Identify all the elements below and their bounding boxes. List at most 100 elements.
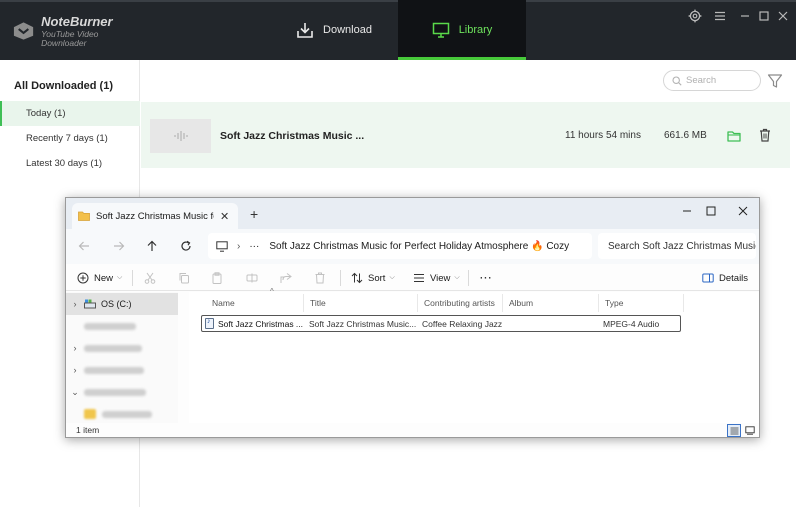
tab-download[interactable]: Download (270, 0, 398, 60)
track-row[interactable]: Soft Jazz Christmas Music ... 11 hours 5… (141, 102, 790, 168)
monitor-icon (216, 240, 228, 252)
share-icon (280, 273, 292, 283)
open-folder-button[interactable] (727, 129, 741, 142)
chevron-right-icon[interactable]: › (66, 343, 84, 353)
column-header-label: Type (605, 298, 624, 308)
explorer-search[interactable] (598, 233, 756, 259)
filter-button[interactable] (767, 73, 783, 89)
all-downloaded-heading[interactable]: All Downloaded (1) (14, 80, 113, 92)
close-button[interactable] (775, 8, 791, 24)
delete-button[interactable] (759, 128, 771, 142)
copy-button[interactable] (178, 270, 190, 286)
library-search-input[interactable] (686, 75, 758, 86)
sort-button[interactable]: Sort ⌵ (351, 270, 395, 286)
new-button[interactable]: New ⌵ (77, 270, 122, 286)
share-button[interactable] (280, 270, 292, 286)
up-button[interactable] (144, 238, 160, 254)
tree-item-os-c[interactable]: › OS (C:) (66, 293, 178, 315)
details-view-button[interactable] (727, 424, 741, 437)
folder-icon (78, 211, 90, 221)
file-name: Soft Jazz Christmas ... (218, 319, 304, 329)
view-button[interactable]: View ⌵ (413, 270, 460, 286)
tree-item-label: OS (C:) (101, 299, 132, 309)
file-explorer-window: Soft Jazz Christmas Music for I ✕ + › ··… (65, 197, 760, 438)
address-path: Soft Jazz Christmas Music for Perfect Ho… (269, 240, 570, 252)
explorer-maximize-button[interactable] (700, 202, 722, 220)
folder-icon (727, 131, 741, 142)
chevron-right-icon: › (237, 240, 241, 252)
blurred-label (84, 366, 144, 374)
explorer-address-bar: › ··· Soft Jazz Christmas Music for Perf… (66, 229, 759, 264)
column-header-artists[interactable]: Contributing artists (418, 294, 503, 312)
forward-button[interactable] (111, 238, 127, 254)
noteburner-logo-icon (13, 22, 34, 40)
sidebar-item-latest-30-days[interactable]: Latest 30 days (1) (0, 151, 140, 176)
cut-button[interactable] (144, 270, 156, 286)
chevron-down-icon[interactable]: ⌄ (66, 387, 84, 398)
file-row[interactable]: Soft Jazz Christmas ... Soft Jazz Christ… (201, 315, 681, 332)
filter-icon (767, 74, 783, 88)
explorer-close-button[interactable] (732, 202, 754, 220)
menu-button[interactable] (712, 8, 728, 24)
library-search[interactable] (663, 70, 761, 91)
tree-item-blurred[interactable] (66, 403, 178, 425)
explorer-search-input[interactable] (608, 240, 756, 252)
address-ellipsis[interactable]: ··· (249, 241, 259, 252)
explorer-command-bar: New ⌵ Sort ⌵ View ⌵ ··· Details (66, 264, 759, 291)
explorer-tab[interactable]: Soft Jazz Christmas Music for I ✕ (72, 203, 238, 229)
details-view-icon (730, 427, 738, 434)
tree-item-blurred[interactable] (66, 315, 178, 337)
track-duration: 11 hours 54 mins (565, 130, 641, 141)
tree-item-blurred[interactable]: › (66, 359, 178, 381)
column-header-album[interactable]: Album (503, 294, 599, 312)
tab-close-icon[interactable]: ✕ (220, 210, 229, 223)
rename-button[interactable] (246, 270, 258, 286)
blurred-label (84, 344, 142, 352)
tree-item-blurred[interactable]: › (66, 337, 178, 359)
more-options-button[interactable]: ··· (480, 270, 493, 286)
new-tab-button[interactable]: + (250, 206, 258, 222)
minimize-icon (741, 15, 749, 17)
address-field[interactable]: › ··· Soft Jazz Christmas Music for Perf… (208, 233, 592, 259)
sidebar-item-today[interactable]: Today (1) (0, 101, 140, 126)
column-header-type[interactable]: Type (599, 294, 684, 312)
chevron-down-icon: ⌵ (389, 274, 395, 281)
drive-icon (84, 299, 96, 309)
blurred-label (102, 410, 152, 418)
maximize-button[interactable] (756, 8, 772, 24)
plus-circle-icon (77, 272, 89, 284)
explorer-minimize-button[interactable] (676, 202, 698, 220)
settings-button[interactable] (687, 8, 703, 24)
tab-library[interactable]: Library (398, 0, 526, 60)
minimize-button[interactable] (737, 8, 753, 24)
view-list-icon (414, 274, 424, 282)
paste-icon (212, 272, 222, 284)
chevron-right-icon[interactable]: › (66, 299, 84, 309)
sort-ascending-icon: ^ (270, 287, 274, 296)
refresh-button[interactable] (178, 238, 194, 254)
tree-item-blurred[interactable]: ⌄ (66, 381, 178, 403)
search-icon (672, 75, 682, 86)
view-button-label: View (430, 272, 451, 284)
column-header-title[interactable]: Title (304, 294, 418, 312)
close-icon (738, 206, 748, 216)
new-button-label: New (94, 272, 114, 284)
chevron-right-icon[interactable]: › (66, 365, 84, 375)
download-icon (297, 23, 313, 38)
blurred-label (84, 388, 146, 396)
paste-button[interactable] (211, 270, 223, 286)
tiles-view-button[interactable] (743, 424, 757, 437)
close-icon (778, 11, 788, 21)
column-header-name[interactable]: ^ Name (206, 287, 304, 312)
details-pane-icon (702, 273, 714, 283)
maximize-icon (706, 206, 716, 216)
blurred-label (84, 322, 136, 330)
settings-icon (688, 9, 702, 23)
sidebar-item-recent-7-days[interactable]: Recently 7 days (1) (0, 126, 140, 151)
column-header-label: Album (509, 298, 534, 308)
delete-file-button[interactable] (314, 270, 326, 286)
details-pane-button[interactable]: Details (702, 270, 748, 286)
monitor-icon (432, 22, 449, 38)
back-button[interactable] (76, 238, 92, 254)
cut-icon (144, 272, 156, 284)
